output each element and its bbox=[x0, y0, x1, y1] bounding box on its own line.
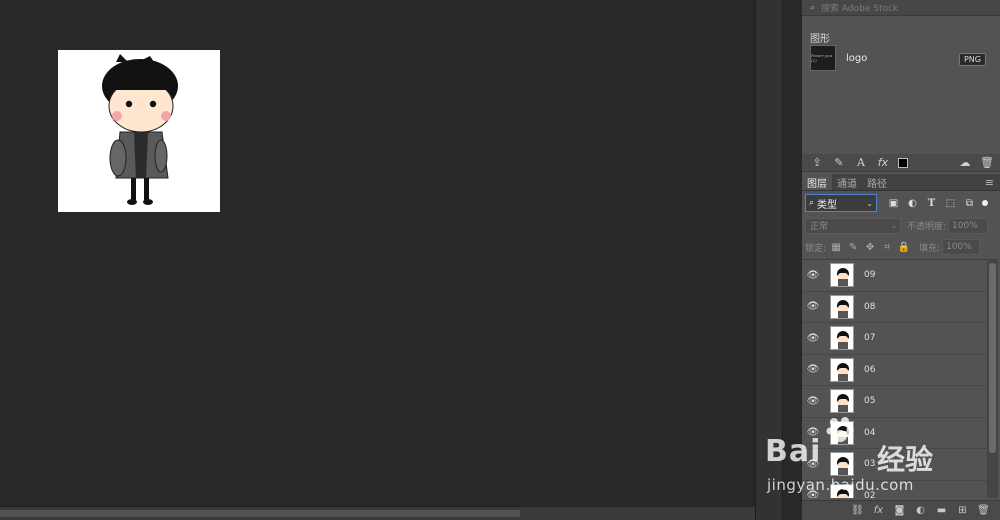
library-item-name: logo bbox=[846, 52, 868, 64]
lock-label: 锁定: bbox=[805, 243, 827, 254]
layers-panel-tabs: 图层 通道 路径 ≡ bbox=[802, 174, 1000, 191]
eye-icon[interactable]: 👁 bbox=[802, 396, 824, 407]
opacity-label: 不透明度: bbox=[907, 222, 947, 232]
library-toolbar: ⇪ ✎ A fx ☁ 🗑 bbox=[802, 154, 1000, 172]
eye-icon[interactable]: 👁 bbox=[802, 333, 824, 344]
layer-style-icon[interactable]: fx bbox=[876, 156, 890, 169]
chevron-down-icon: ⌄ bbox=[891, 221, 897, 230]
lock-image-icon[interactable]: ✎ bbox=[846, 242, 860, 253]
fill-field[interactable]: 100% bbox=[942, 239, 981, 255]
foreground-color-swatch[interactable] bbox=[898, 157, 908, 168]
layer-thumbnail bbox=[830, 326, 854, 351]
eye-icon[interactable]: 👁 bbox=[802, 301, 824, 312]
layer-row[interactable]: 👁 06 bbox=[802, 355, 988, 386]
photoshop-window: ⌕ 搜索 Adobe Stock 图形 Power you (2) logo P… bbox=[0, 0, 1000, 520]
tab-paths[interactable]: 路径 bbox=[862, 174, 892, 190]
search-icon: ⌕ bbox=[809, 198, 815, 208]
filter-toggle[interactable] bbox=[982, 200, 988, 206]
blend-row: 正常 ⌄ 不透明度: 100% bbox=[805, 217, 997, 234]
baidu-jingyan-watermark: Bai 经验 jingyan.baidu.com bbox=[765, 408, 1000, 508]
document-canvas-area[interactable] bbox=[0, 0, 755, 520]
fill-label: 填充: bbox=[919, 243, 941, 254]
type-filter-icon[interactable]: T bbox=[925, 197, 938, 210]
adjustment-filter-icon[interactable]: ◐ bbox=[906, 197, 919, 210]
tab-channels[interactable]: 通道 bbox=[832, 174, 862, 190]
library-item-thumbnail: Power you (2) bbox=[810, 45, 836, 71]
layer-name[interactable]: 09 bbox=[864, 270, 875, 280]
smart-object-filter-icon[interactable]: ⧉ bbox=[963, 197, 976, 210]
layer-filter-select[interactable]: ⌕ 类型 ⌄ bbox=[805, 194, 877, 212]
layer-filter-row: ⌕ 类型 ⌄ ▣ ◐ T ⬚ ⧉ bbox=[805, 194, 997, 212]
tab-layers[interactable]: 图层 bbox=[802, 174, 832, 190]
horizontal-scrollbar[interactable] bbox=[0, 506, 755, 520]
lock-row: 锁定: ▦ ✎ ✥ ⌗ 🔒 填充: 100% bbox=[805, 239, 997, 255]
cartoon-girl-illustration bbox=[102, 54, 178, 205]
stock-search-placeholder: 搜索 Adobe Stock bbox=[821, 4, 899, 14]
library-group-title: 图形 bbox=[810, 34, 830, 45]
layer-thumbnail bbox=[830, 263, 854, 288]
library-item-logo[interactable]: Power you (2) logo PNG bbox=[810, 44, 994, 72]
lock-all-icon[interactable]: 🔒 bbox=[897, 242, 911, 253]
eye-icon[interactable]: 👁 bbox=[802, 270, 824, 281]
adobe-stock-search[interactable]: ⌕ 搜索 Adobe Stock bbox=[802, 0, 1000, 16]
layer-row[interactable]: 👁 07 bbox=[802, 323, 988, 355]
pixel-filter-icon[interactable]: ▣ bbox=[887, 197, 900, 210]
lock-artboard-icon[interactable]: ⌗ bbox=[880, 242, 894, 253]
layer-thumbnail bbox=[830, 294, 854, 319]
brush-stroke-icon[interactable]: ✎ bbox=[832, 156, 846, 169]
chevron-down-icon: ⌄ bbox=[866, 198, 873, 208]
trash-icon[interactable]: 🗑 bbox=[980, 156, 994, 169]
layer-row[interactable]: 👁 09 bbox=[802, 260, 988, 292]
eye-icon[interactable]: 👁 bbox=[802, 364, 824, 375]
layer-row[interactable]: 👁 08 bbox=[802, 292, 988, 323]
layer-thumbnail bbox=[830, 357, 854, 382]
opacity-field[interactable]: 100% bbox=[948, 217, 989, 234]
search-icon: ⌕ bbox=[810, 2, 816, 13]
shape-filter-icon[interactable]: ⬚ bbox=[944, 197, 957, 210]
png-badge: PNG bbox=[958, 53, 986, 66]
character-style-icon[interactable]: A bbox=[854, 156, 868, 169]
upload-icon[interactable]: ⇪ bbox=[810, 156, 824, 169]
lock-position-icon[interactable]: ✥ bbox=[863, 242, 877, 253]
cloud-sync-icon[interactable]: ☁ bbox=[958, 156, 972, 169]
layer-name[interactable]: 05 bbox=[864, 396, 875, 406]
document-image[interactable] bbox=[58, 50, 220, 212]
layer-name[interactable]: 08 bbox=[864, 302, 875, 312]
layer-name[interactable]: 07 bbox=[864, 333, 875, 343]
blend-mode-select[interactable]: 正常 ⌄ bbox=[805, 217, 901, 234]
panel-menu-icon[interactable]: ≡ bbox=[985, 174, 994, 190]
lock-transparent-icon[interactable]: ▦ bbox=[829, 242, 843, 253]
paw-logo-icon bbox=[826, 417, 854, 442]
layer-name[interactable]: 06 bbox=[864, 365, 875, 375]
